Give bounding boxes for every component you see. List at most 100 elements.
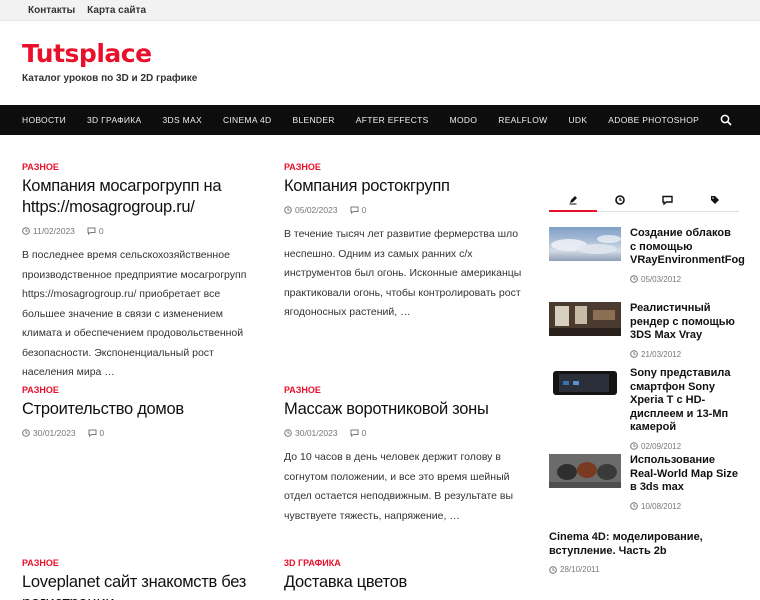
sidebar-tabs [549, 188, 739, 212]
clock-icon [630, 442, 638, 450]
nav-item-cinema-4d[interactable]: CINEMA 4D [223, 115, 272, 125]
clock-icon [615, 194, 626, 205]
post-card: Разное Массаж воротниковой зоны 30/01/20… [284, 385, 522, 526]
tags-icon [710, 195, 719, 204]
clock-icon [549, 565, 557, 574]
sidebar-post-meta: 21/03/2012 [630, 350, 740, 359]
sidebar-post-date: 02/09/2012 [641, 441, 682, 451]
site-title[interactable]: Tutsplace [22, 39, 760, 69]
clock-icon [22, 227, 30, 235]
site-description: Каталог уроков по 3D и 2D графике [22, 73, 198, 84]
clock-icon [630, 275, 638, 283]
post-title[interactable]: Массаж воротниковой зоны [284, 399, 522, 420]
comment-icon [350, 429, 359, 437]
sidebar-post: Cinema 4D: моделирование, вступление. Ча… [549, 531, 739, 581]
tab-recent[interactable] [549, 188, 597, 212]
sidebar-post-meta: 28/10/2011 [549, 565, 739, 574]
nav-item-blender[interactable]: BLENDER [292, 115, 334, 125]
post-title[interactable]: Loveplanet сайт знакомств без регистраци… [22, 572, 260, 600]
interior-render-image [549, 302, 621, 336]
sidebar-post-date: 21/03/2012 [641, 349, 682, 359]
post-excerpt: До 10 часов в день человек держит голову… [284, 451, 514, 522]
tab-comments[interactable] [644, 188, 692, 211]
post-meta: 30/01/2023 0 [284, 428, 522, 438]
clock-icon [284, 429, 292, 437]
nav-item-after-effects[interactable]: AFTER EFFECTS [356, 115, 429, 125]
teapots-image [549, 454, 621, 488]
nav-item-news[interactable]: НОВОСТИ [22, 115, 66, 125]
contacts-link[interactable]: Контакты [28, 5, 75, 16]
post-meta: 05/02/2023 0 [284, 205, 522, 215]
sidebar-post: Создание облаков с помощью VRayEnvironme… [549, 227, 745, 287]
search-icon[interactable] [720, 114, 732, 126]
tab-popular[interactable] [597, 188, 645, 211]
post-comments-count[interactable]: 0 [362, 428, 367, 438]
nav-item-realflow[interactable]: REALFLOW [498, 115, 547, 125]
post-title[interactable]: Доставка цветов [284, 572, 522, 593]
post-thumbnail[interactable] [549, 302, 621, 336]
clock-icon [22, 429, 30, 437]
clock-icon [284, 206, 292, 214]
post-meta: 11/02/2023 0 [22, 226, 260, 236]
sidebar-post-title[interactable]: Создание облаков с помощью VRayEnvironme… [630, 227, 745, 268]
post-category[interactable]: Разное [22, 558, 260, 568]
sidebar-post: Использование Real-World Map Size в 3ds … [549, 454, 739, 516]
clock-icon [630, 502, 638, 510]
sidebar-post-title[interactable]: Реалистичный рендер с помощью 3DS Max Vr… [630, 302, 740, 343]
post-card: Разное Loveplanet сайт знакомств без рег… [22, 558, 260, 600]
main-nav: НОВОСТИ 3D ГРАФИКА 3DS MAX CINEMA 4D BLE… [0, 105, 760, 135]
post-card: Разное Строительство домов 30/01/2023 0 [22, 385, 260, 438]
post-card: Разное Компания мосагрогрупп на https://… [22, 162, 260, 383]
clouds-image [551, 235, 621, 254]
post-title[interactable]: Компания ростокгрупп [284, 176, 522, 197]
comment-icon [88, 429, 97, 437]
sidebar-post-meta: 10/08/2012 [630, 502, 740, 511]
nav-item-modo[interactable]: MODO [450, 115, 478, 125]
post-date: 30/01/2023 [33, 428, 76, 438]
comment-icon [662, 195, 673, 205]
nav-item-udk[interactable]: UDK [568, 115, 587, 125]
post-category[interactable]: Разное [284, 385, 522, 395]
site-header: Tutsplace Каталог уроков по 3D и 2D граф… [0, 21, 760, 105]
post-category[interactable]: Разное [22, 385, 260, 395]
sidebar-post-title[interactable]: Использование Real-World Map Size в 3ds … [630, 454, 740, 495]
post-card: 3D Графика Доставка цветов [284, 558, 522, 593]
post-date: 30/01/2023 [295, 428, 338, 438]
nav-item-3d-graphics[interactable]: 3D ГРАФИКА [87, 115, 142, 125]
clock-icon [630, 350, 638, 358]
post-comments-count[interactable]: 0 [99, 226, 104, 236]
sidebar-post: Реалистичный рендер с помощью 3DS Max Vr… [549, 302, 740, 359]
comment-icon [350, 206, 359, 214]
post-title[interactable]: Строительство домов [22, 399, 260, 420]
sidebar-post-meta: 05/03/2012 [630, 275, 740, 284]
top-bar: Контакты Карта сайта [0, 0, 760, 21]
post-thumbnail[interactable] [549, 367, 621, 401]
post-thumbnail[interactable] [549, 227, 621, 261]
post-category[interactable]: Разное [284, 162, 522, 172]
sidebar-post-meta: 02/09/2012 [630, 442, 740, 451]
nav-item-3ds-max[interactable]: 3DS MAX [163, 115, 202, 125]
post-thumbnail[interactable] [549, 454, 621, 488]
sidebar-post-title[interactable]: Cinema 4D: моделирование, вступление. Ча… [549, 531, 739, 558]
post-meta: 30/01/2023 0 [22, 428, 260, 438]
tab-tags[interactable] [692, 188, 740, 211]
post-date: 05/02/2023 [295, 205, 338, 215]
post-excerpt: В последнее время сельскохозяйственное п… [22, 249, 247, 378]
sidebar-post-date: 10/08/2012 [641, 501, 682, 511]
post-category[interactable]: Разное [22, 162, 260, 172]
pencil-icon [569, 195, 577, 204]
post-card: Разное Компания ростокгрупп 05/02/2023 0… [284, 162, 522, 323]
sidebar-post-date: 28/10/2011 [560, 565, 600, 574]
post-category[interactable]: 3D Графика [284, 558, 522, 568]
sitemap-link[interactable]: Карта сайта [87, 5, 146, 16]
comment-icon [87, 227, 96, 235]
sidebar-post-date: 05/03/2012 [641, 274, 682, 284]
post-title[interactable]: Компания мосагрогрупп на https://mosagro… [22, 176, 260, 218]
nav-item-adobe-photoshop[interactable]: ADOBE PHOTOSHOP [608, 115, 699, 125]
post-comments-count[interactable]: 0 [362, 205, 367, 215]
sidebar-post: Sony представила смартфон Sony Xperia T … [549, 367, 740, 451]
smartphone-image [553, 371, 617, 395]
post-comments-count[interactable]: 0 [100, 428, 105, 438]
post-date: 11/02/2023 [33, 226, 75, 236]
sidebar-post-title[interactable]: Sony представила смартфон Sony Xperia T … [630, 367, 740, 435]
